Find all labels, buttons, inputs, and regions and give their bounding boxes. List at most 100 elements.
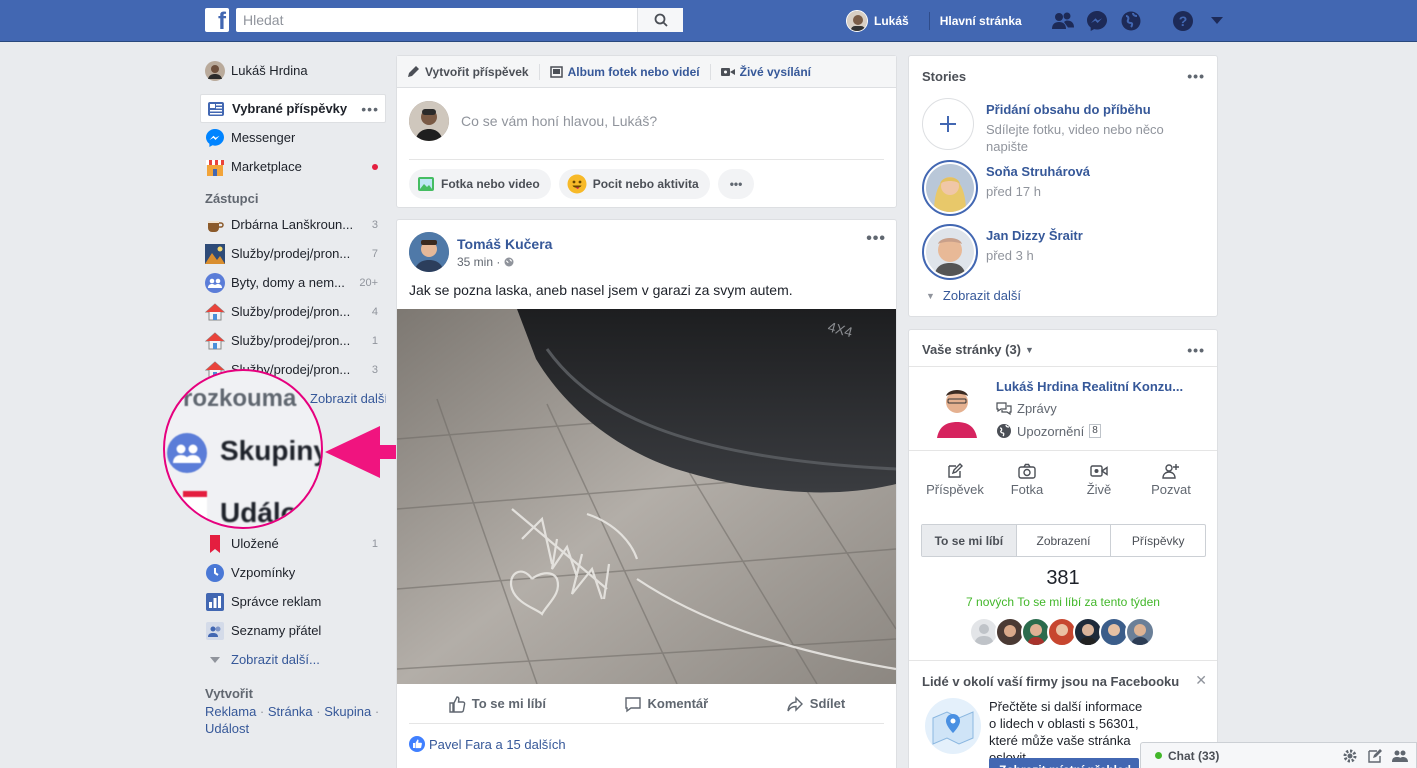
sidebar-item-friend-lists[interactable]: Seznamy přátel [200, 616, 386, 645]
shortcut-item[interactable]: Služby/prodej/pron... 1 [200, 326, 386, 355]
composer-divider [409, 159, 884, 160]
show-more-link[interactable]: Zobrazit další... [231, 652, 320, 667]
item-count: 20+ [359, 276, 378, 289]
account-menu-button[interactable] [1204, 8, 1230, 34]
tab-photo-album[interactable]: Album fotek nebo videí [549, 65, 700, 79]
add-story-button[interactable] [922, 98, 974, 150]
story-avatar-ring [922, 224, 978, 280]
post-photo[interactable]: 4X4 [397, 309, 896, 684]
sidebar-item-messenger[interactable]: Messenger [200, 123, 386, 152]
story-item[interactable]: Jan Dizzy Šraitr před 3 h [922, 224, 1212, 280]
facebook-logo[interactable]: f [205, 8, 229, 32]
search-button[interactable] [637, 8, 683, 32]
explore-show-more[interactable]: Zobrazit další... [200, 645, 386, 674]
page-notifications-link[interactable]: Upozornění 8 [996, 423, 1101, 439]
pencil-icon [407, 65, 420, 78]
like-button[interactable]: To se mi líbí [448, 695, 546, 713]
tab-views[interactable]: Zobrazení [1015, 525, 1111, 556]
create-group-link[interactable]: Skupina [324, 704, 371, 719]
chat-bar[interactable]: Chat (33) [1140, 742, 1417, 768]
composer-placeholder[interactable]: Co se vám honí hlavou, Lukáš? [461, 113, 657, 129]
reactions-text: Pavel Fara a 15 dalších [429, 736, 566, 752]
sidebar-item-saved[interactable]: Uložené 1 [200, 529, 386, 558]
feed-post: Tomáš Kučera 35 min · ••• Jak se pozna l… [396, 219, 897, 768]
post-author-name[interactable]: Tomáš Kučera [457, 236, 552, 252]
pages-options-button[interactable]: ••• [1187, 342, 1205, 358]
group-chat-icon[interactable] [1392, 748, 1408, 764]
messages-label: Zprávy [1017, 401, 1057, 416]
tool-label: Živě [1086, 482, 1112, 497]
sidebar-item-label: Uložené [231, 536, 279, 551]
sidebar-item-label: Drbárna Lanškroun... [231, 217, 354, 232]
search-input[interactable] [236, 8, 637, 32]
close-icon[interactable]: ✕ [1195, 672, 1207, 689]
search-icon [654, 13, 668, 27]
more-options-icon[interactable]: ••• [361, 101, 379, 117]
messages-button[interactable] [1084, 8, 1110, 34]
shortcut-item[interactable]: Služby/prodej/pron... 4 [200, 297, 386, 326]
home-link[interactable]: Hlavní stránka [940, 14, 1022, 28]
tab-likes[interactable]: To se mi líbí [922, 525, 1016, 556]
story-item[interactable]: Soňa Struhárová před 17 h [922, 160, 1212, 216]
tab-posts[interactable]: Příspěvky [1110, 525, 1205, 556]
story-time: před 17 h [986, 184, 1041, 199]
more-actions-button[interactable]: ••• [717, 169, 755, 199]
post-time-label: 35 min · [457, 255, 504, 269]
show-more-link[interactable]: Zobrazit další... [310, 391, 386, 406]
sidebar-item-news-feed[interactable]: Vybrané příspěvky ••• [200, 94, 386, 123]
story-subtitle: Sdílejte fotku, video nebo něco napište [986, 122, 1164, 154]
tab-create-post[interactable]: Vytvořit příspěvek [407, 65, 529, 79]
new-message-icon[interactable] [1367, 748, 1383, 764]
stories-show-more[interactable]: ▼ Zobrazit další [926, 288, 1021, 303]
shortcut-item[interactable]: Drbárna Lanškroun... 3 [200, 210, 386, 239]
page-tool-post[interactable]: Příspěvek [920, 460, 990, 497]
post-reactions[interactable]: Pavel Fara a 15 dalších [409, 736, 566, 752]
divider [909, 450, 1217, 451]
add-person-icon [1162, 460, 1180, 482]
stories-options-button[interactable]: ••• [1187, 68, 1205, 84]
plus-icon [940, 116, 956, 132]
story-add[interactable]: Přidání obsahu do příběhu Sdílejte fotku… [922, 98, 1212, 154]
local-insights-button[interactable]: Zobrazit místní přehled [989, 758, 1139, 768]
page-name[interactable]: Lukáš Hrdina Realitní Konzu... [996, 379, 1183, 394]
sidebar-item-memories[interactable]: Vzpomínky [200, 558, 386, 587]
photo-video-button[interactable]: Fotka nebo video [409, 169, 551, 199]
composer-body[interactable]: Co se vám honí hlavou, Lukáš? [397, 88, 896, 158]
sidebar-item-ads-manager[interactable]: Správce reklam [200, 587, 386, 616]
shortcut-item[interactable]: Byty, domy a nem... 20+ [200, 268, 386, 297]
page-tool-live[interactable]: Živě [1064, 460, 1134, 497]
likes-count: 381 [1046, 567, 1080, 589]
liker-avatar[interactable] [1125, 617, 1155, 647]
sidebar-item-marketplace[interactable]: Marketplace [200, 152, 386, 181]
story-name[interactable]: Jan Dizzy Šraitr [986, 228, 1083, 243]
story-name[interactable]: Soňa Struhárová [986, 164, 1090, 179]
notifications-button[interactable] [1118, 8, 1144, 34]
composer-avatar [409, 101, 449, 141]
help-button[interactable]: ? [1170, 8, 1196, 34]
tab-live-video[interactable]: Živé vysílání [720, 65, 811, 79]
share-button[interactable]: Sdílet [786, 695, 845, 713]
create-ad-link[interactable]: Reklama [205, 704, 256, 719]
messenger-icon [1087, 11, 1107, 31]
page-profile-photo[interactable] [931, 380, 983, 438]
comment-button[interactable]: Komentář [624, 695, 708, 713]
gear-icon[interactable] [1342, 748, 1358, 764]
shortcut-item[interactable]: Služby/prodej/pron... 7 [200, 239, 386, 268]
friend-requests-button[interactable] [1050, 8, 1076, 34]
post-options-button[interactable]: ••• [866, 230, 886, 248]
pages-title[interactable]: Vaše stránky (3) ▼ [922, 342, 1034, 357]
post-author-avatar[interactable] [409, 232, 449, 272]
feeling-activity-button[interactable]: Pocit nebo aktivita [558, 169, 710, 199]
item-count: 7 [371, 247, 378, 260]
sidebar-profile[interactable]: Lukáš Hrdina [200, 56, 386, 85]
tool-label: Fotka [1010, 482, 1044, 497]
story-name[interactable]: Přidání obsahu do příběhu [986, 102, 1151, 117]
page-messages-link[interactable]: Zprávy [996, 401, 1057, 416]
profile-link[interactable]: Lukáš [846, 10, 919, 32]
post-timestamp[interactable]: 35 min · [457, 255, 514, 269]
create-page-link[interactable]: Stránka [268, 704, 313, 719]
magnified-groups-label[interactable]: Skupiny [220, 435, 321, 467]
create-event-link[interactable]: Událost [205, 721, 249, 736]
page-tool-photo[interactable]: Fotka [992, 460, 1062, 497]
page-tool-invite[interactable]: Pozvat [1136, 460, 1206, 497]
